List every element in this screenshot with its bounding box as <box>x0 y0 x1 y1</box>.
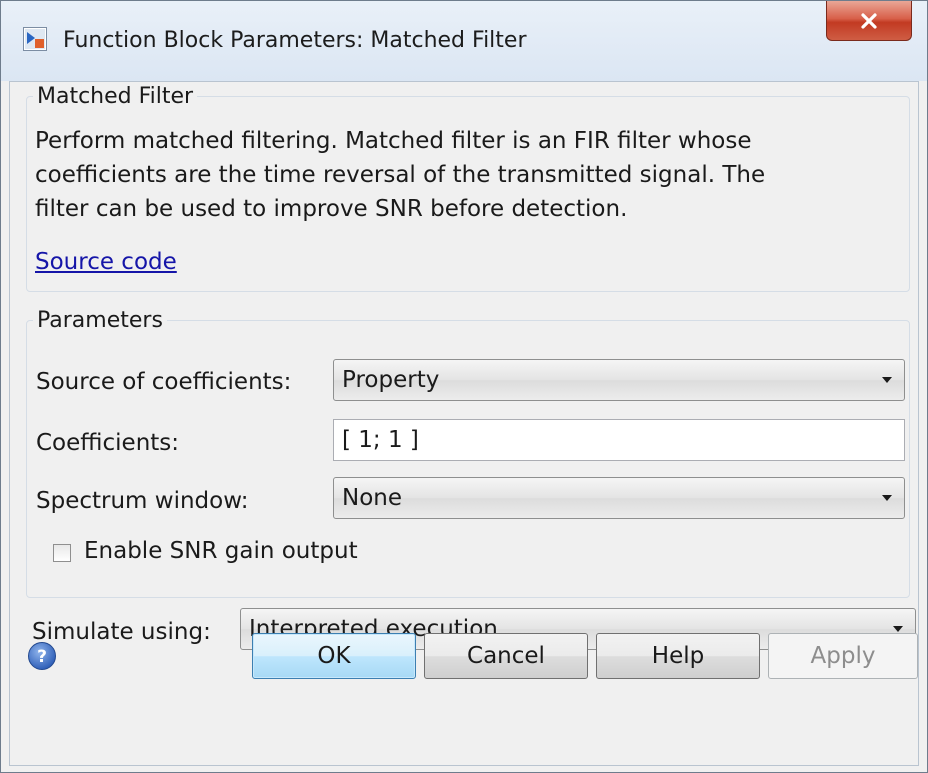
spectrum-window-value: None <box>342 485 403 511</box>
dialog-window: Function Block Parameters: Matched Filte… <box>0 0 928 773</box>
ok-button[interactable]: OK <box>252 633 416 679</box>
help-button[interactable]: Help <box>596 633 760 679</box>
apply-button: Apply <box>768 633 918 679</box>
spectrum-window-label: Spectrum window: <box>36 488 249 514</box>
snr-gain-output-label[interactable]: Enable SNR gain output <box>84 538 358 564</box>
parameters-legend: Parameters <box>37 308 163 333</box>
source-of-coefficients-select[interactable]: Property <box>333 359 905 401</box>
cancel-button[interactable]: Cancel <box>424 633 588 679</box>
snr-gain-output-checkbox[interactable] <box>53 544 71 562</box>
question-mark-icon[interactable]: ? <box>27 641 57 671</box>
coefficients-field[interactable]: [ 1; 1 ] <box>333 419 905 461</box>
svg-text:?: ? <box>37 647 47 667</box>
close-icon <box>861 12 877 29</box>
title-bar[interactable]: Function Block Parameters: Matched Filte… <box>1 1 927 81</box>
description-line: coefficients are the time reversal of th… <box>35 162 766 188</box>
chevron-down-icon <box>882 377 892 383</box>
chevron-down-icon <box>882 495 892 501</box>
source-of-coefficients-value: Property <box>342 367 440 393</box>
description-line: Perform matched filtering. Matched filte… <box>35 128 752 154</box>
coefficients-label: Coefficients: <box>36 430 180 456</box>
source-code-link[interactable]: Source code <box>35 249 177 275</box>
window-title: Function Block Parameters: Matched Filte… <box>63 28 527 53</box>
simulate-using-label: Simulate using: <box>32 619 211 645</box>
spectrum-window-select[interactable]: None <box>333 477 905 519</box>
simulink-block-icon <box>23 27 47 51</box>
description-text: Perform matched filtering. Matched filte… <box>35 124 875 226</box>
source-of-coefficients-label: Source of coefficients: <box>36 369 292 395</box>
description-line: filter can be used to improve SNR before… <box>35 196 628 222</box>
close-button[interactable] <box>826 1 912 41</box>
description-legend: Matched Filter <box>37 84 194 109</box>
chevron-down-icon <box>893 626 903 632</box>
